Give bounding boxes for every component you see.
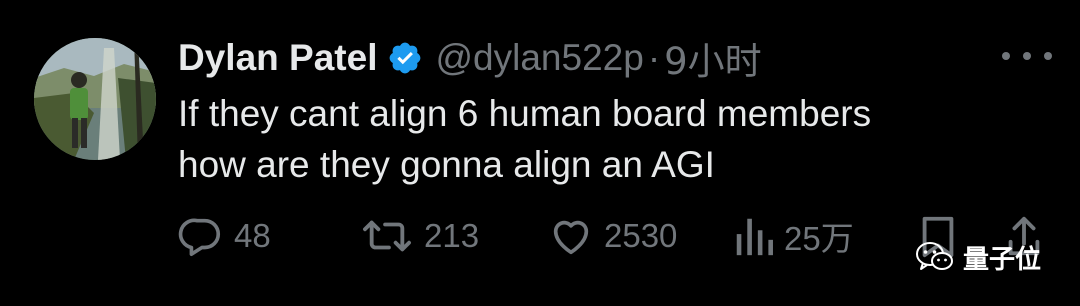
verified-badge-icon bbox=[387, 40, 423, 76]
tweet-text-line: how are they gonna align an AGI bbox=[178, 144, 715, 185]
tweet-text: If they cant align 6 human board members… bbox=[178, 88, 1038, 190]
reply-count: 48 bbox=[234, 217, 271, 254]
author-name[interactable]: Dylan Patel bbox=[178, 37, 377, 79]
wechat-logo-icon bbox=[916, 242, 953, 270]
watermark: 量子位 bbox=[915, 236, 1041, 278]
separator-dot: · bbox=[647, 37, 661, 78]
more-options-icon[interactable] bbox=[1002, 44, 1052, 68]
retweet-button[interactable]: 213 bbox=[360, 210, 479, 262]
author-handle[interactable]: @dylan522p bbox=[435, 37, 643, 79]
tweet-header: Dylan Patel @dylan522p · 9小时 bbox=[178, 32, 762, 84]
avatar[interactable] bbox=[34, 38, 156, 160]
views-button[interactable]: 25万 bbox=[734, 210, 854, 262]
like-button[interactable]: 2530 bbox=[548, 210, 677, 262]
tweet-text-line: If they cant align 6 human board members bbox=[178, 93, 872, 134]
avatar-image bbox=[34, 38, 156, 160]
views-count: 25万 bbox=[784, 220, 854, 257]
analytics-icon bbox=[736, 218, 773, 256]
reply-icon bbox=[178, 218, 221, 257]
retweet-count: 213 bbox=[424, 217, 480, 254]
like-count: 2530 bbox=[604, 217, 678, 254]
heart-icon bbox=[553, 220, 589, 255]
watermark-label: 量子位 bbox=[963, 244, 1042, 275]
timestamp[interactable]: 9小时 bbox=[664, 31, 762, 85]
reply-button[interactable]: 48 bbox=[178, 210, 271, 262]
retweet-icon bbox=[363, 220, 411, 252]
